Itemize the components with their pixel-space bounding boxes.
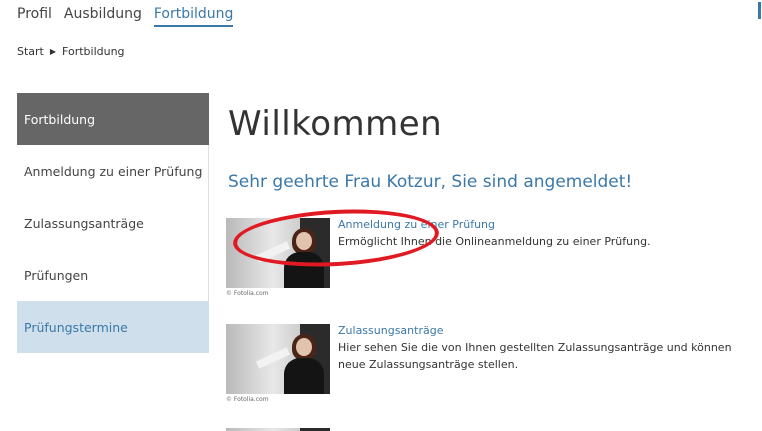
breadcrumb-arrow-icon: ▶ — [49, 47, 57, 56]
sidebar-item-pruefungstermine[interactable]: Prüfungstermine — [17, 301, 209, 353]
sidebar-item-label: Prüfungen — [24, 267, 89, 283]
welcome-message: Sehr geehrte Frau Kotzur, Sie sind angem… — [228, 172, 633, 192]
nav-ausbildung[interactable]: Ausbildung — [64, 6, 142, 27]
page-title: Willkommen — [228, 104, 443, 144]
breadcrumb-current: Fortbildung — [62, 45, 125, 58]
card-zulassungsantraege: © Fotolia.com Zulassungsanträge Hier seh… — [226, 324, 756, 404]
corner-accent-bar — [758, 2, 761, 19]
image-credit: © Fotolia.com — [226, 290, 269, 297]
sidebar-item-label: Prüfungstermine — [24, 319, 128, 335]
sidebar-item-label: Fortbildung — [24, 111, 96, 127]
image-credit: © Fotolia.com — [226, 396, 269, 403]
card-link-zulassungsantraege[interactable]: Zulassungsanträge — [338, 324, 443, 337]
breadcrumb-start[interactable]: Start — [17, 45, 44, 58]
nav-profil[interactable]: Profil — [17, 6, 52, 27]
sidebar-item-anmeldung[interactable]: Anmeldung zu einer Prüfung — [17, 145, 209, 197]
sidebar-item-pruefungen[interactable]: Prüfungen — [17, 249, 209, 301]
card-description: Hier sehen Sie die von Ihnen gestellten … — [338, 341, 732, 371]
nav-fortbildung[interactable]: Fortbildung — [153, 6, 234, 27]
breadcrumb: Start ▶ Fortbildung — [17, 45, 125, 58]
card-thumbnail-image — [226, 324, 330, 394]
sidebar-item-label: Anmeldung zu einer Prüfung — [24, 163, 203, 179]
sidebar-item-zulassungsantraege[interactable]: Zulassungsanträge — [17, 197, 209, 249]
sidebar-item-label: Zulassungsanträge — [24, 215, 144, 231]
top-navigation: Profil Ausbildung Fortbildung — [17, 6, 245, 27]
sidebar: Fortbildung Anmeldung zu einer Prüfung Z… — [17, 93, 209, 353]
sidebar-item-fortbildung[interactable]: Fortbildung — [17, 93, 209, 145]
